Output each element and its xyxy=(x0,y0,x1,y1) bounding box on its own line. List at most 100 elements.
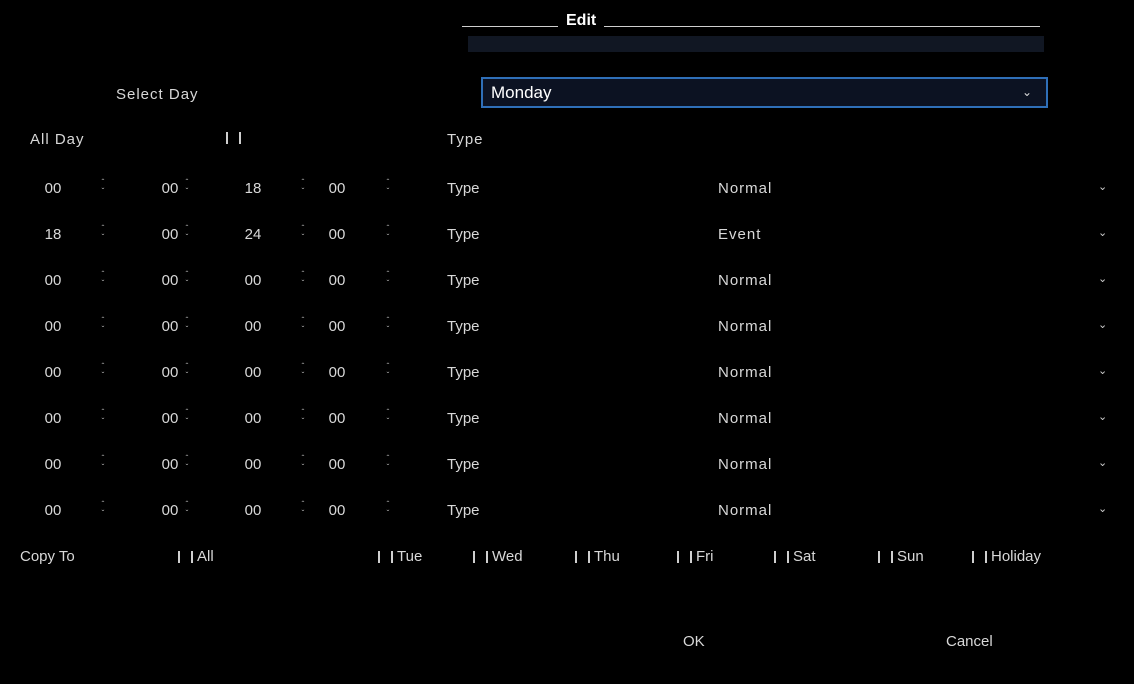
chevron-down-icon[interactable]: ⌄ xyxy=(1098,180,1107,193)
copy-to-option-sun[interactable]: Sun xyxy=(878,548,924,565)
spin-arrows-icon[interactable]: ˆˇ xyxy=(98,408,108,426)
spin-arrows-icon[interactable]: ˆˇ xyxy=(383,454,393,472)
chevron-down-icon[interactable]: ⌄ xyxy=(1098,364,1107,377)
copy-to-checkbox[interactable] xyxy=(972,551,987,563)
end-minute-field[interactable]: 00 xyxy=(324,410,350,427)
copy-to-option-thu[interactable]: Thu xyxy=(575,548,620,565)
end-hour-field[interactable]: 00 xyxy=(240,502,266,519)
copy-to-option-all[interactable]: All xyxy=(178,548,214,565)
chevron-down-icon[interactable]: ⌄ xyxy=(1098,318,1107,331)
start-minute-field[interactable]: 00 xyxy=(157,272,183,289)
chevron-down-icon[interactable]: ⌄ xyxy=(1098,410,1107,423)
end-minute-field[interactable]: 00 xyxy=(324,226,350,243)
spin-arrows-icon[interactable]: ˆˇ xyxy=(298,316,308,334)
select-day-dropdown[interactable]: Monday ⌄ xyxy=(481,77,1048,108)
spin-arrows-icon[interactable]: ˆˇ xyxy=(298,178,308,196)
spin-arrows-icon[interactable]: ˆˇ xyxy=(383,224,393,242)
spin-arrows-icon[interactable]: ˆˇ xyxy=(98,316,108,334)
start-hour-field[interactable]: 00 xyxy=(40,502,66,519)
type-select-value[interactable]: Normal xyxy=(718,456,772,473)
type-select-value[interactable]: Normal xyxy=(718,318,772,335)
spin-arrows-icon[interactable]: ˆˇ xyxy=(298,270,308,288)
spin-arrows-icon[interactable]: ˆˇ xyxy=(182,270,192,288)
end-minute-field[interactable]: 00 xyxy=(324,502,350,519)
end-hour-field[interactable]: 00 xyxy=(240,272,266,289)
copy-to-option-holiday[interactable]: Holiday xyxy=(972,548,1041,565)
spin-arrows-icon[interactable]: ˆˇ xyxy=(182,316,192,334)
copy-to-option-wed[interactable]: Wed xyxy=(473,548,523,565)
spin-arrows-icon[interactable]: ˆˇ xyxy=(182,178,192,196)
end-minute-field[interactable]: 00 xyxy=(324,364,350,381)
type-select-value[interactable]: Event xyxy=(718,226,761,243)
copy-to-checkbox[interactable] xyxy=(878,551,893,563)
end-minute-field[interactable]: 00 xyxy=(324,272,350,289)
start-hour-field[interactable]: 00 xyxy=(40,364,66,381)
start-hour-field[interactable]: 00 xyxy=(40,180,66,197)
type-select-value[interactable]: Normal xyxy=(718,272,772,289)
chevron-down-icon[interactable]: ⌄ xyxy=(1098,226,1107,239)
all-day-checkbox[interactable] xyxy=(226,132,241,144)
copy-to-checkbox[interactable] xyxy=(774,551,789,563)
start-minute-field[interactable]: 00 xyxy=(157,226,183,243)
start-minute-field[interactable]: 00 xyxy=(157,364,183,381)
end-hour-field[interactable]: 18 xyxy=(240,180,266,197)
spin-arrows-icon[interactable]: ˆˇ xyxy=(182,454,192,472)
type-select-value[interactable]: Normal xyxy=(718,410,772,427)
spin-arrows-icon[interactable]: ˆˇ xyxy=(98,178,108,196)
spin-arrows-icon[interactable]: ˆˇ xyxy=(98,500,108,518)
copy-to-option-sat[interactable]: Sat xyxy=(774,548,816,565)
copy-to-checkbox[interactable] xyxy=(677,551,692,563)
spin-arrows-icon[interactable]: ˆˇ xyxy=(182,362,192,380)
end-minute-field[interactable]: 00 xyxy=(324,318,350,335)
spin-arrows-icon[interactable]: ˆˇ xyxy=(383,178,393,196)
spin-arrows-icon[interactable]: ˆˇ xyxy=(383,408,393,426)
chevron-down-icon[interactable]: ⌄ xyxy=(1098,456,1107,469)
spin-arrows-icon[interactable]: ˆˇ xyxy=(383,362,393,380)
spin-arrows-icon[interactable]: ˆˇ xyxy=(298,500,308,518)
type-select-value[interactable]: Normal xyxy=(718,364,772,381)
end-hour-field[interactable]: 00 xyxy=(240,364,266,381)
start-hour-field[interactable]: 00 xyxy=(40,456,66,473)
copy-to-checkbox[interactable] xyxy=(575,551,590,563)
spin-arrows-icon[interactable]: ˆˇ xyxy=(98,454,108,472)
spin-arrows-icon[interactable]: ˆˇ xyxy=(298,454,308,472)
spin-arrows-icon[interactable]: ˆˇ xyxy=(182,224,192,242)
start-minute-field[interactable]: 00 xyxy=(157,318,183,335)
end-hour-field[interactable]: 24 xyxy=(240,226,266,243)
start-hour-field[interactable]: 00 xyxy=(40,318,66,335)
start-hour-field[interactable]: 18 xyxy=(40,226,66,243)
start-hour-field[interactable]: 00 xyxy=(40,410,66,427)
end-hour-field[interactable]: 00 xyxy=(240,318,266,335)
spin-arrows-icon[interactable]: ˆˇ xyxy=(298,408,308,426)
spin-arrows-icon[interactable]: ˆˇ xyxy=(98,362,108,380)
spin-arrows-icon[interactable]: ˆˇ xyxy=(182,408,192,426)
copy-to-checkbox[interactable] xyxy=(178,551,193,563)
start-minute-field[interactable]: 00 xyxy=(157,180,183,197)
spin-arrows-icon[interactable]: ˆˇ xyxy=(182,500,192,518)
type-select-value[interactable]: Normal xyxy=(718,180,772,197)
type-select-value[interactable]: Normal xyxy=(718,502,772,519)
cancel-button[interactable]: Cancel xyxy=(946,633,993,650)
start-minute-field[interactable]: 00 xyxy=(157,456,183,473)
ok-button[interactable]: OK xyxy=(683,633,705,650)
end-hour-field[interactable]: 00 xyxy=(240,456,266,473)
end-minute-field[interactable]: 00 xyxy=(324,456,350,473)
end-hour-field[interactable]: 00 xyxy=(240,410,266,427)
spin-arrows-icon[interactable]: ˆˇ xyxy=(98,270,108,288)
copy-to-option-tue[interactable]: Tue xyxy=(378,548,422,565)
spin-arrows-icon[interactable]: ˆˇ xyxy=(298,224,308,242)
spin-arrows-icon[interactable]: ˆˇ xyxy=(383,270,393,288)
chevron-down-icon[interactable]: ⌄ xyxy=(1098,502,1107,515)
chevron-down-icon[interactable]: ⌄ xyxy=(1098,272,1107,285)
start-minute-field[interactable]: 00 xyxy=(157,410,183,427)
spin-arrows-icon[interactable]: ˆˇ xyxy=(383,316,393,334)
spin-arrows-icon[interactable]: ˆˇ xyxy=(383,500,393,518)
spin-arrows-icon[interactable]: ˆˇ xyxy=(98,224,108,242)
start-minute-field[interactable]: 00 xyxy=(157,502,183,519)
copy-to-checkbox[interactable] xyxy=(378,551,393,563)
start-hour-field[interactable]: 00 xyxy=(40,272,66,289)
copy-to-checkbox[interactable] xyxy=(473,551,488,563)
spin-arrows-icon[interactable]: ˆˇ xyxy=(298,362,308,380)
copy-to-option-fri[interactable]: Fri xyxy=(677,548,714,565)
end-minute-field[interactable]: 00 xyxy=(324,180,350,197)
